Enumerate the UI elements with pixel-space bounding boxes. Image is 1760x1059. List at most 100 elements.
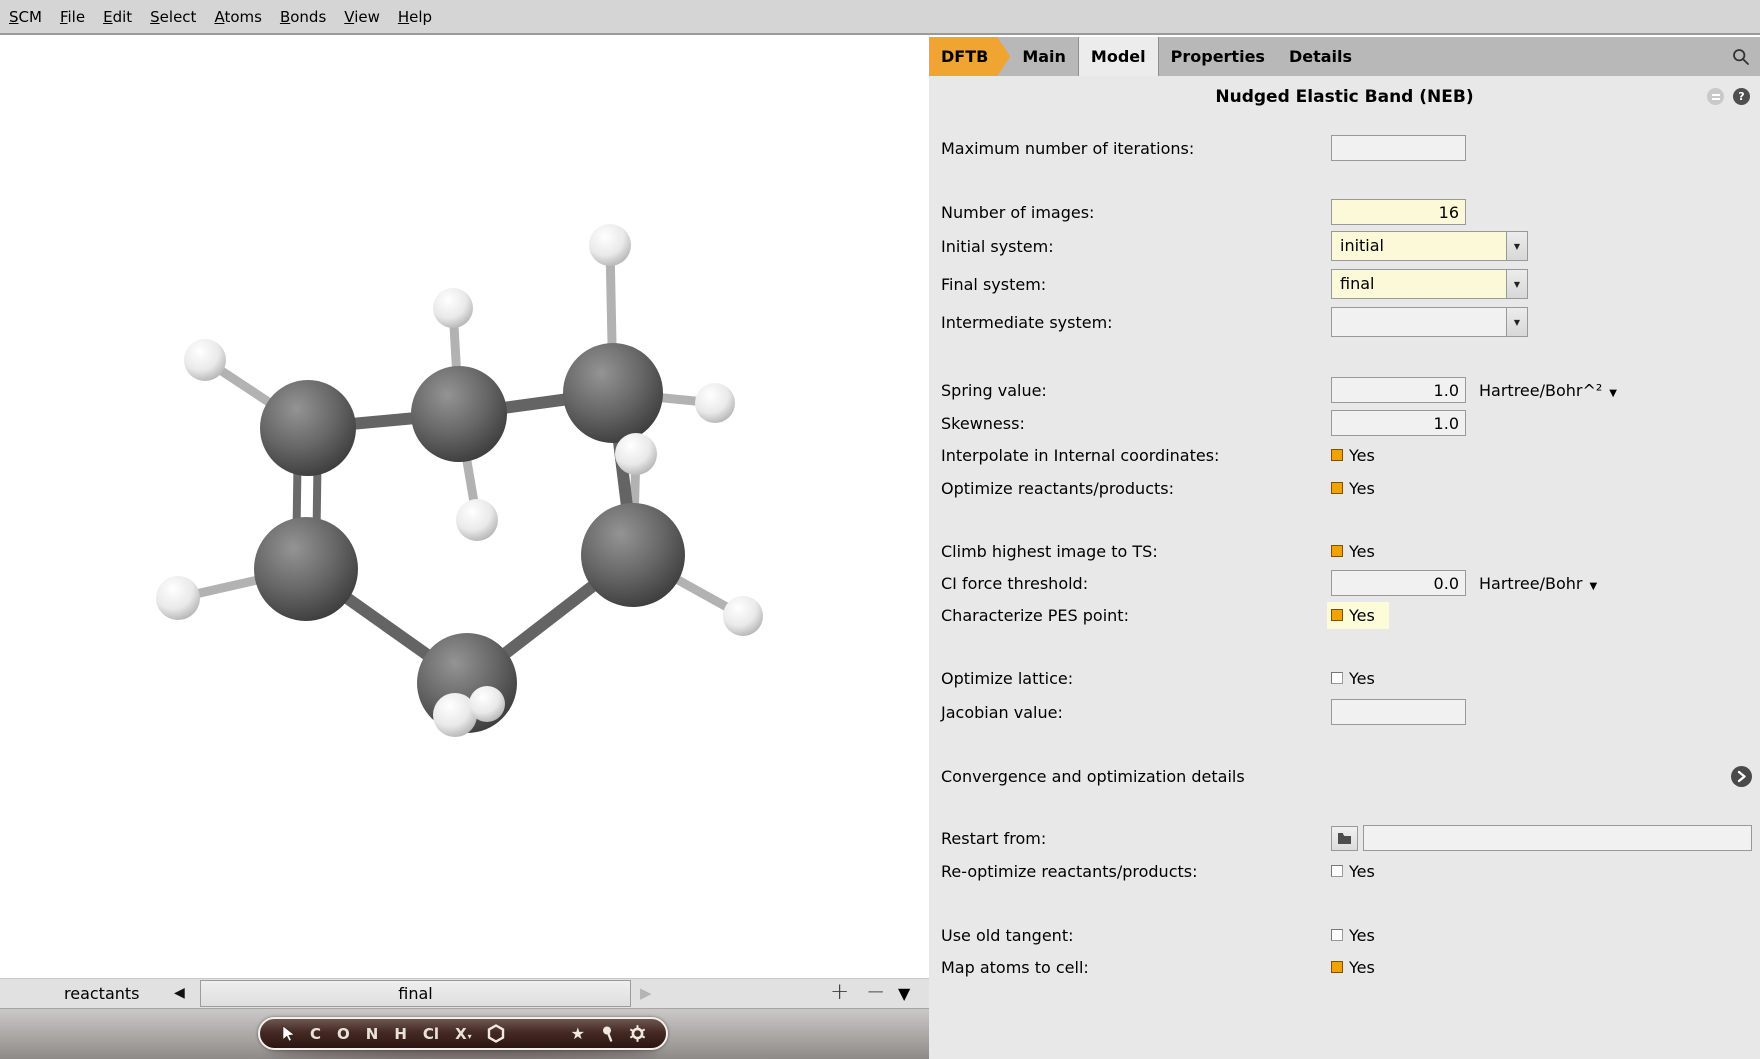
chevron-down-icon[interactable]: ▼ xyxy=(1506,232,1527,260)
skewness-input[interactable] xyxy=(1331,410,1466,436)
menu-edit[interactable]: Edit xyxy=(94,8,141,26)
reoptimize-checkbox[interactable] xyxy=(1331,865,1343,877)
chevron-down-icon[interactable]: ▼ xyxy=(1506,270,1527,298)
search-icon[interactable] xyxy=(1722,37,1760,76)
tab-main[interactable]: Main xyxy=(1010,37,1078,76)
gear-icon[interactable] xyxy=(622,1025,653,1042)
menu-atoms[interactable]: Atoms xyxy=(205,8,271,26)
tab-properties[interactable]: Properties xyxy=(1159,37,1277,76)
carbon-atom[interactable] xyxy=(254,517,358,621)
interpolate-internal-checkbox[interactable] xyxy=(1331,449,1343,461)
row-characterize-pes: Characterize PES point: Yes xyxy=(941,600,1752,630)
tabbar-spacer xyxy=(1364,37,1722,76)
hydrogen-atom[interactable] xyxy=(456,499,498,541)
restart-from-input[interactable] xyxy=(1363,825,1752,851)
use-old-tangent-checkbox[interactable] xyxy=(1331,929,1343,941)
element-c-button[interactable]: C xyxy=(302,1025,329,1043)
ci-force-threshold-input[interactable] xyxy=(1331,570,1466,596)
spring-unit-select[interactable]: Hartree/Bohr^²▼ xyxy=(1479,381,1617,400)
hydrogen-atom[interactable] xyxy=(469,686,505,722)
checkbox-label: Yes xyxy=(1349,446,1375,465)
intermediate-system-select[interactable]: ▼ xyxy=(1331,307,1528,337)
optimize-lattice-checkbox[interactable] xyxy=(1331,672,1343,684)
menu-scm[interactable]: SCM xyxy=(0,8,51,26)
field-label: Final system: xyxy=(941,275,1331,294)
jacobian-value-input[interactable] xyxy=(1331,699,1466,725)
hydrogen-atom[interactable] xyxy=(615,433,657,475)
element-h-button[interactable]: H xyxy=(386,1025,415,1043)
field-label: CI force threshold: xyxy=(941,574,1331,593)
hydrogen-atom[interactable] xyxy=(184,339,226,381)
tab-details[interactable]: Details xyxy=(1277,37,1364,76)
title-icons: ? xyxy=(1707,88,1750,105)
spring-value-input[interactable] xyxy=(1331,377,1466,403)
frame-slider[interactable]: final xyxy=(200,980,631,1007)
menu-bar: SCM File Edit Select Atoms Bonds View He… xyxy=(0,0,1760,35)
carbon-atom[interactable] xyxy=(563,343,663,443)
ci-force-unit-select[interactable]: Hartree/Bohr ▼ xyxy=(1479,574,1597,593)
characterize-pes-checkbox[interactable] xyxy=(1331,609,1343,621)
element-n-button[interactable]: N xyxy=(358,1025,387,1043)
frame-bar: reactants ◀ final ▶ + − ▼ xyxy=(0,978,929,1009)
initial-system-select[interactable]: initial ▼ xyxy=(1331,231,1528,261)
selected-value: initial xyxy=(1332,232,1506,260)
carbon-atom[interactable] xyxy=(581,503,685,607)
menu-select[interactable]: Select xyxy=(141,8,205,26)
panel-content: Nudged Elastic Band (NEB) ? Maximum numb… xyxy=(929,76,1760,1059)
hydrogen-atom[interactable] xyxy=(433,288,473,328)
element-x-button[interactable]: X ▾ xyxy=(447,1025,480,1043)
panel-menu-icon[interactable] xyxy=(1707,88,1724,105)
input-panel: DFTB Main Model Properties Details Nudge… xyxy=(929,37,1760,1059)
element-o-button[interactable]: O xyxy=(329,1025,358,1043)
row-interpolate-internal: Interpolate in Internal coordinates: Yes xyxy=(941,440,1752,470)
pointer-tool-icon[interactable] xyxy=(273,1025,302,1042)
carbon-atom[interactable] xyxy=(411,366,507,462)
chevron-down-icon: ▼ xyxy=(1589,581,1597,592)
structures-star-icon[interactable]: ★ xyxy=(564,1024,592,1043)
element-toolbar: C O N H Cl X ▾ ★ xyxy=(258,1017,668,1050)
climb-highest-checkbox[interactable] xyxy=(1331,545,1343,557)
menu-bonds[interactable]: Bonds xyxy=(271,8,335,26)
hydrogen-atom[interactable] xyxy=(723,596,763,636)
row-optimize-lattice: Optimize lattice: Yes xyxy=(941,663,1752,693)
frame-menu-icon[interactable]: ▼ xyxy=(898,979,910,1008)
zoom-in-icon[interactable]: + xyxy=(830,977,849,1008)
probe-tool-icon[interactable] xyxy=(592,1025,622,1042)
convergence-details-link[interactable]: Convergence and optimization details xyxy=(941,761,1752,791)
browse-folder-icon[interactable] xyxy=(1331,826,1358,851)
menu-file[interactable]: File xyxy=(51,8,94,26)
row-skewness: Skewness: xyxy=(941,408,1752,438)
field-label: Optimize reactants/products: xyxy=(941,479,1331,498)
highlighted-option: Yes xyxy=(1327,602,1389,629)
checkbox-label: Yes xyxy=(1349,862,1375,881)
final-system-select[interactable]: final ▼ xyxy=(1331,269,1528,299)
optimize-reactants-checkbox[interactable] xyxy=(1331,482,1343,494)
help-icon[interactable]: ? xyxy=(1733,88,1750,105)
row-reoptimize: Re-optimize reactants/products: Yes xyxy=(941,856,1752,886)
number-of-images-input[interactable] xyxy=(1331,199,1466,225)
menu-help[interactable]: Help xyxy=(389,8,441,26)
carbon-atom[interactable] xyxy=(260,380,356,476)
chevron-down-icon[interactable]: ▼ xyxy=(1506,308,1527,336)
zoom-out-icon[interactable]: − xyxy=(866,977,885,1008)
unit-label: Hartree/Bohr xyxy=(1479,574,1582,593)
max-iterations-input[interactable] xyxy=(1331,135,1466,161)
hydrogen-atom[interactable] xyxy=(589,224,631,266)
previous-frame-icon[interactable]: ◀ xyxy=(174,979,185,1008)
map-atoms-checkbox[interactable] xyxy=(1331,961,1343,973)
selected-value xyxy=(1332,308,1506,336)
section-link-label: Convergence and optimization details xyxy=(941,767,1245,786)
menu-view[interactable]: View xyxy=(335,8,389,26)
play-icon[interactable]: ▶ xyxy=(640,979,652,1008)
hydrogen-atom[interactable] xyxy=(695,383,735,423)
row-optimize-reactants: Optimize reactants/products: Yes xyxy=(941,473,1752,503)
molecule-viewport[interactable]: reactants ◀ final ▶ + − ▼ C O N H Cl X ▾… xyxy=(0,37,929,1059)
chevron-right-icon[interactable] xyxy=(1731,766,1752,787)
tab-model[interactable]: Model xyxy=(1078,37,1159,76)
element-cl-button[interactable]: Cl xyxy=(415,1025,447,1043)
field-label: Restart from: xyxy=(941,829,1331,848)
hydrogen-atom[interactable] xyxy=(156,576,200,620)
page-title: Nudged Elastic Band (NEB) xyxy=(929,87,1760,107)
ring-tool-icon[interactable] xyxy=(480,1024,512,1043)
tab-dftb[interactable]: DFTB xyxy=(929,37,1010,76)
